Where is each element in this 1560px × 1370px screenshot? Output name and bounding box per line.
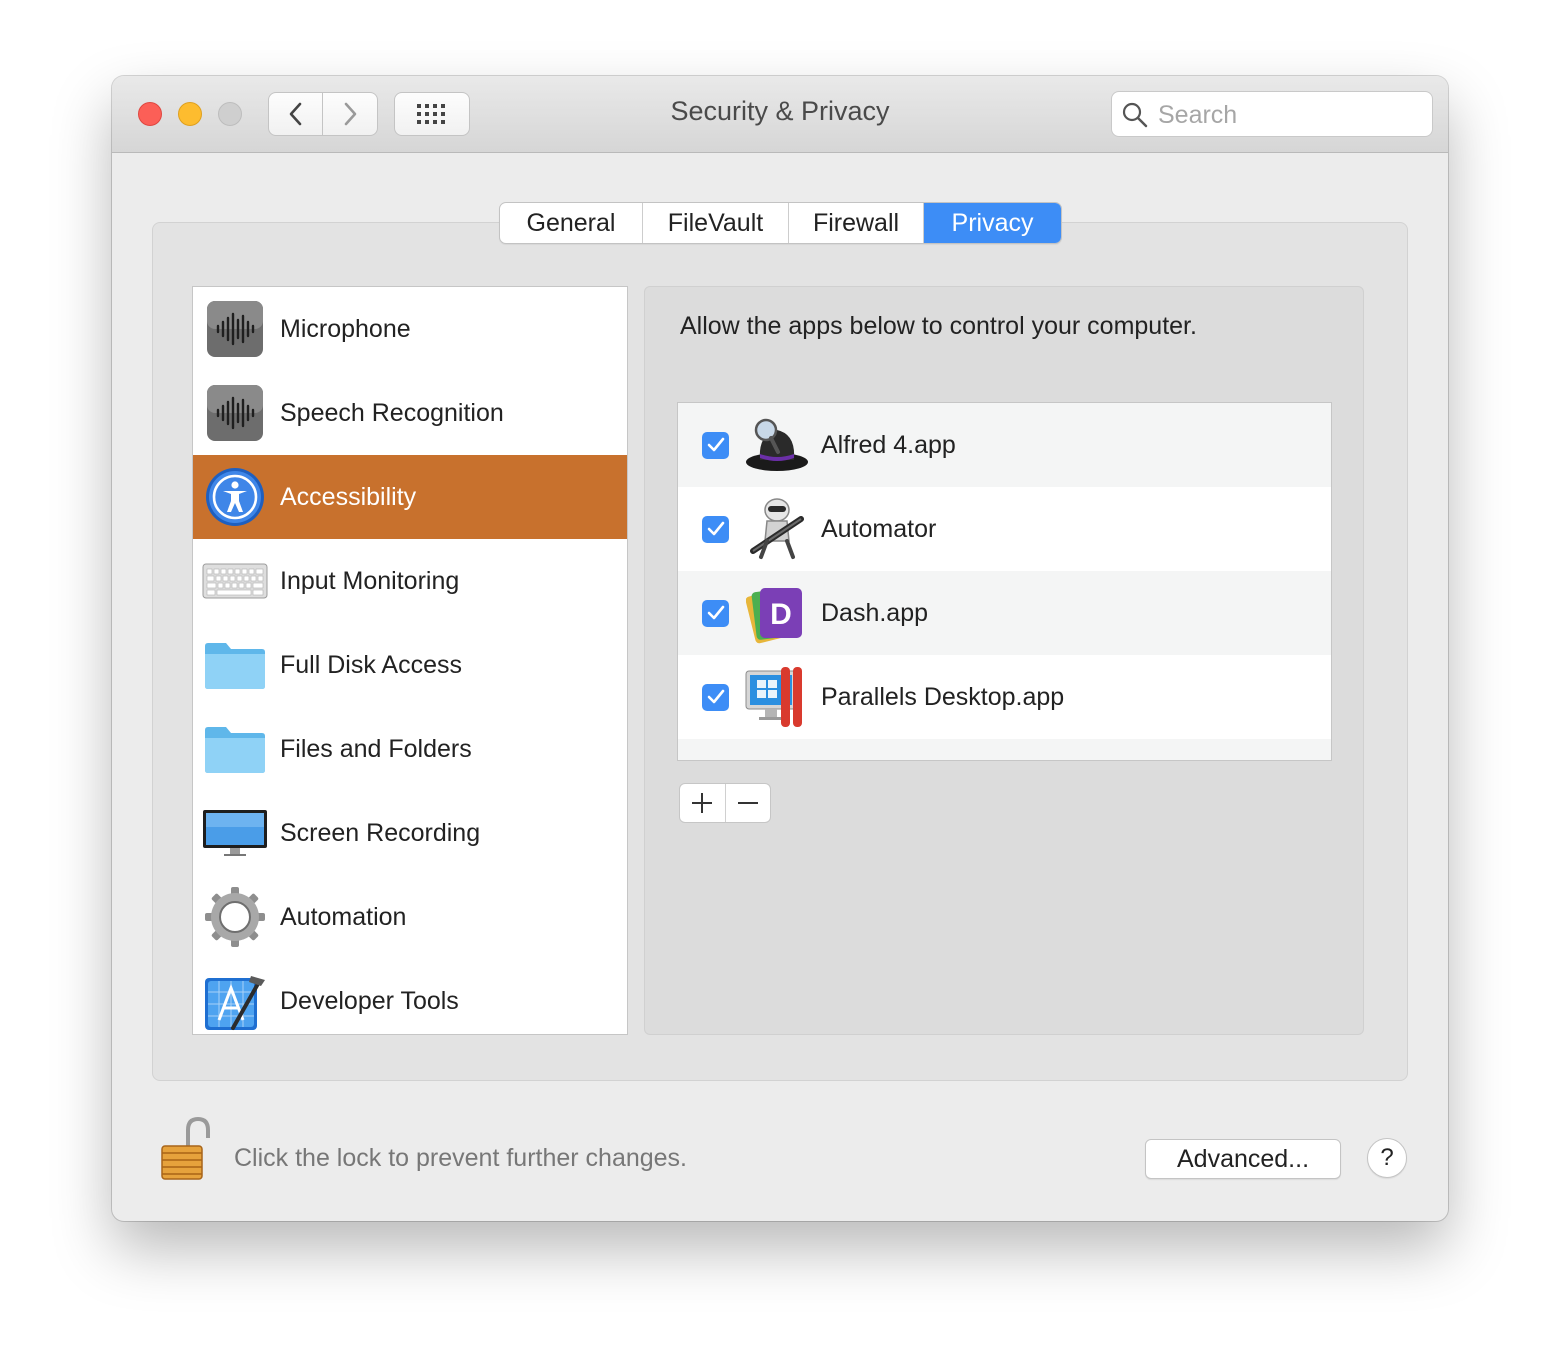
folder-icon	[201, 715, 269, 783]
checkmark-icon	[707, 521, 724, 536]
sidebar-item-label: Screen Recording	[280, 818, 481, 847]
sidebar-item-label: Speech Recognition	[280, 398, 504, 427]
tab-firewall[interactable]: Firewall	[789, 203, 924, 243]
developer-tools-icon	[201, 967, 269, 1034]
advanced-button[interactable]: Advanced...	[1145, 1139, 1341, 1179]
add-app-button[interactable]	[680, 784, 726, 822]
add-remove-control	[679, 783, 771, 823]
unlocked-padlock-icon	[161, 1116, 210, 1180]
app-checkbox[interactable]	[702, 599, 729, 627]
sidebar-item-accessibility[interactable]: Accessibility	[193, 455, 627, 539]
app-name: Dash.app	[821, 598, 929, 627]
checkmark-icon	[707, 605, 724, 620]
tab-privacy[interactable]: Privacy	[924, 203, 1061, 243]
tab-general[interactable]: General	[500, 203, 643, 243]
sidebar-item-screen-recording[interactable]: Screen Recording	[193, 791, 627, 875]
help-button[interactable]: ?	[1367, 1138, 1407, 1178]
list-item-parallels[interactable]: Parallels Desktop.app	[678, 655, 1331, 739]
checkmark-icon	[707, 437, 724, 452]
sidebar-item-label: Files and Folders	[280, 734, 472, 763]
app-list: Alfred 4.app Automator D Dash.app Parall…	[677, 402, 1332, 761]
sidebar-item-label: Automation	[280, 902, 407, 931]
automator-icon	[743, 495, 811, 563]
sidebar-item-microphone[interactable]: Microphone	[193, 287, 627, 371]
privacy-category-list: Microphone Speech Recognition Accessibil…	[192, 286, 628, 1035]
lock-message: Click the lock to prevent further change…	[234, 1144, 688, 1172]
alfred-icon	[743, 411, 811, 479]
sidebar-item-label: Developer Tools	[280, 986, 459, 1015]
remove-app-button[interactable]	[726, 784, 771, 822]
speech-recognition-icon	[201, 379, 269, 447]
app-checkbox[interactable]	[702, 683, 729, 711]
app-checkbox[interactable]	[702, 515, 729, 543]
list-item-partial	[678, 739, 1331, 760]
folder-icon	[201, 631, 269, 699]
lock-button[interactable]	[158, 1116, 214, 1187]
tab-bar: General FileVault Firewall Privacy	[499, 202, 1062, 244]
minus-icon	[737, 802, 758, 804]
sidebar-item-label: Full Disk Access	[280, 650, 462, 679]
list-item-automator[interactable]: Automator	[678, 487, 1331, 571]
panel-description: Allow the apps below to control your com…	[680, 312, 1197, 340]
search-field[interactable]	[1111, 91, 1433, 137]
tab-filevault[interactable]: FileVault	[643, 203, 789, 243]
app-checkbox[interactable]	[702, 431, 729, 459]
list-item-alfred[interactable]: Alfred 4.app	[678, 403, 1331, 487]
app-name: Parallels Desktop.app	[821, 682, 1065, 711]
title-bar: Security & Privacy	[112, 76, 1448, 153]
sidebar-item-label: Accessibility	[280, 482, 417, 511]
accessibility-icon	[201, 463, 269, 531]
sidebar-item-automation[interactable]: Automation	[193, 875, 627, 959]
list-item-dash[interactable]: D Dash.app	[678, 571, 1331, 655]
parallels-icon	[743, 663, 811, 731]
sidebar-item-full-disk-access[interactable]: Full Disk Access	[193, 623, 627, 707]
dash-icon: D	[743, 579, 811, 647]
microphone-icon	[201, 295, 269, 363]
display-icon	[201, 799, 269, 867]
sidebar-item-input-monitoring[interactable]: Input Monitoring	[193, 539, 627, 623]
gear-icon	[201, 883, 269, 951]
app-name: Alfred 4.app	[821, 430, 956, 459]
keyboard-icon	[201, 547, 269, 615]
plus-icon	[692, 793, 713, 813]
search-input[interactable]	[1156, 98, 1420, 132]
app-name: Automator	[821, 514, 937, 543]
sidebar-item-developer-tools[interactable]: Developer Tools	[193, 959, 627, 1034]
sidebar-item-label: Microphone	[280, 314, 411, 343]
sidebar-item-speech-recognition[interactable]: Speech Recognition	[193, 371, 627, 455]
search-icon	[1122, 102, 1148, 128]
preferences-window: Security & Privacy General FileVault Fir…	[112, 76, 1448, 1221]
sidebar-item-files-and-folders[interactable]: Files and Folders	[193, 707, 627, 791]
checkmark-icon	[707, 689, 724, 704]
sidebar-item-label: Input Monitoring	[280, 566, 460, 595]
svg-text:D: D	[770, 598, 792, 631]
